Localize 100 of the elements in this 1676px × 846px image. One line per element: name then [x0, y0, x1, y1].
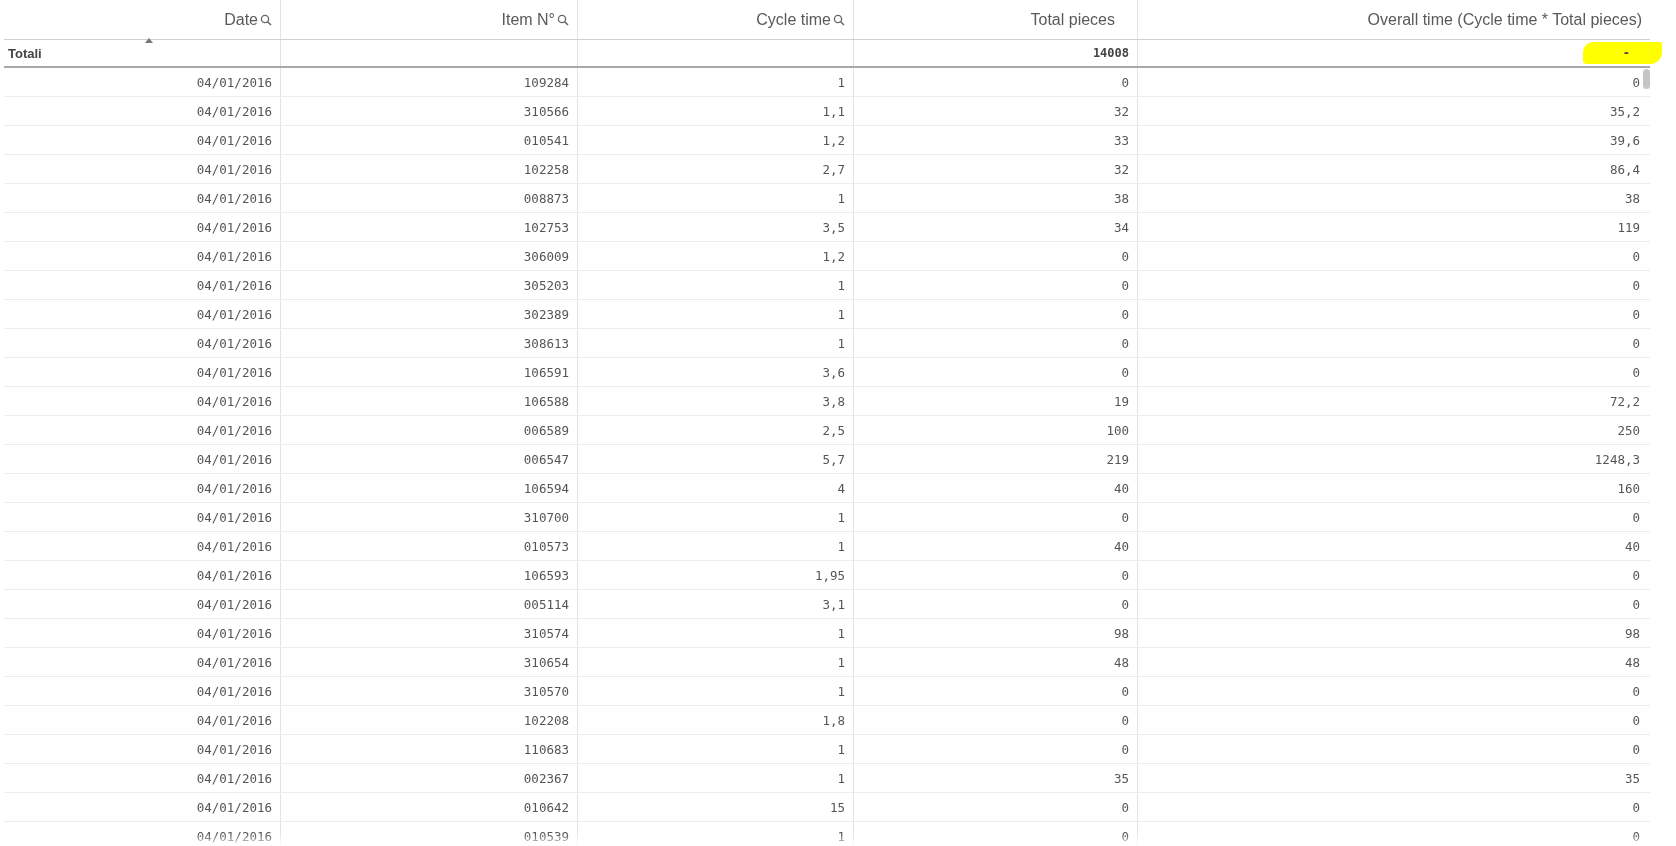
table-cell: 106591	[523, 364, 569, 380]
table-cell: 04/01/2016	[196, 451, 272, 467]
column-header[interactable]: Total pieces	[1030, 10, 1115, 29]
table-cell: 15	[829, 799, 845, 815]
table-cell: 106593	[523, 567, 569, 583]
table-cell: 0	[1632, 741, 1640, 757]
table-cell: 04/01/2016	[196, 538, 272, 554]
table-cell: 0	[1632, 277, 1640, 293]
table-cell: 5,7	[822, 451, 845, 467]
table-cell: 1	[837, 74, 845, 90]
table-cell: 0	[1121, 712, 1129, 728]
table-cell: 0	[1121, 683, 1129, 699]
table-cell: 04/01/2016	[196, 306, 272, 322]
table-cell: 86,4	[1609, 161, 1640, 177]
table-cell: 1,2	[822, 132, 845, 148]
table-cell: 40	[1113, 538, 1129, 554]
table-cell: 0	[1632, 567, 1640, 583]
table-cell: 0	[1632, 306, 1640, 322]
table-cell: 04/01/2016	[196, 799, 272, 815]
table-cell: 0	[1121, 509, 1129, 525]
table-cell: 98	[1624, 625, 1640, 641]
table-cell: 1	[837, 306, 845, 322]
table-cell: 106594	[523, 480, 569, 496]
table-cell: 48	[1113, 654, 1129, 670]
table-cell: 38	[1113, 190, 1129, 206]
column-header[interactable]: Overall time (Cycle time * Total pieces)	[1367, 10, 1642, 29]
table-cell: 33	[1113, 132, 1129, 148]
table-cell: 04/01/2016	[196, 393, 272, 409]
table-cell: 40	[1113, 480, 1129, 496]
table-cell: 100	[1106, 422, 1129, 438]
table-cell: 1	[837, 277, 845, 293]
table-cell: 04/01/2016	[196, 364, 272, 380]
table-cell: 3,1	[822, 596, 845, 612]
table-cell: 1,95	[814, 567, 845, 583]
table-cell: 010642	[523, 799, 569, 815]
table-cell: 1	[837, 625, 845, 641]
table-cell: 010573	[523, 538, 569, 554]
table-cell: 04/01/2016	[196, 625, 272, 641]
table-cell: 04/01/2016	[196, 654, 272, 670]
table-cell: 106588	[523, 393, 569, 409]
table-cell: 2,7	[822, 161, 845, 177]
column-header[interactable]: Cycle time	[756, 10, 831, 29]
table-cell: 119	[1617, 219, 1640, 235]
table-cell: 310574	[523, 625, 569, 641]
table-cell: 19	[1113, 393, 1129, 409]
table-cell: 1	[837, 509, 845, 525]
table-cell: 0	[1632, 248, 1640, 264]
table-cell: 04/01/2016	[196, 567, 272, 583]
table-cell: 0	[1121, 306, 1129, 322]
table-cell: 0	[1121, 277, 1129, 293]
table-cell: 32	[1113, 103, 1129, 119]
table-cell: 102753	[523, 219, 569, 235]
table-cell: 1,1	[822, 103, 845, 119]
table-cell: 219	[1106, 451, 1129, 467]
table-cell: 04/01/2016	[196, 712, 272, 728]
table-cell: 1	[837, 654, 845, 670]
table-cell: 160	[1617, 480, 1640, 496]
table-cell: 0	[1121, 335, 1129, 351]
total-value: 14008	[1092, 46, 1129, 60]
table-cell: 008873	[523, 190, 569, 206]
table-cell: 102258	[523, 161, 569, 177]
table-cell: 04/01/2016	[196, 132, 272, 148]
table-cell: 04/01/2016	[196, 480, 272, 496]
search-icon[interactable]	[260, 14, 272, 26]
column-header[interactable]: Date	[224, 10, 258, 29]
table-cell: 35	[1624, 770, 1640, 786]
table-cell: 0	[1121, 741, 1129, 757]
table-cell: 002367	[523, 770, 569, 786]
table-cell: 35,2	[1609, 103, 1640, 119]
table-cell: 2,5	[822, 422, 845, 438]
table-cell: 34	[1113, 219, 1129, 235]
highlighted-total: -	[1582, 42, 1662, 64]
search-icon[interactable]	[557, 14, 569, 26]
scrollbar-thumb[interactable]	[1643, 69, 1650, 89]
table-cell: 306009	[523, 248, 569, 264]
table-cell: 0	[1632, 74, 1640, 90]
table-cell: 250	[1617, 422, 1640, 438]
table-cell: 010541	[523, 132, 569, 148]
table-cell: 48	[1624, 654, 1640, 670]
table-cell: 0	[1632, 712, 1640, 728]
table-cell: 04/01/2016	[196, 161, 272, 177]
table-cell: 308613	[523, 335, 569, 351]
table-cell: 109284	[523, 74, 569, 90]
table-cell: 1	[837, 190, 845, 206]
table-cell: 1	[837, 683, 845, 699]
table-cell: 04/01/2016	[196, 828, 272, 844]
column-header[interactable]: Item N°	[501, 10, 555, 29]
table-cell: 38	[1624, 190, 1640, 206]
search-icon[interactable]	[833, 14, 845, 26]
table-cell: 04/01/2016	[196, 219, 272, 235]
table-cell: 005114	[523, 596, 569, 612]
table-cell: 310654	[523, 654, 569, 670]
table-cell: 006547	[523, 451, 569, 467]
table-cell: 302389	[523, 306, 569, 322]
table-cell: 04/01/2016	[196, 277, 272, 293]
table-cell: 010539	[523, 828, 569, 844]
table-cell: 04/01/2016	[196, 335, 272, 351]
table-cell: 04/01/2016	[196, 190, 272, 206]
table-cell: 0	[1121, 74, 1129, 90]
table-cell: 305203	[523, 277, 569, 293]
